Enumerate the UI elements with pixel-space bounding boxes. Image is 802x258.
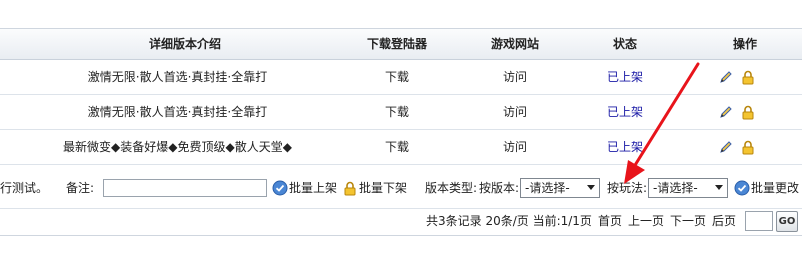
header-status: 状态 [612, 37, 637, 51]
download-link[interactable]: 下载 [360, 60, 434, 94]
row-actions [718, 139, 758, 155]
lock-icon [344, 181, 356, 196]
version-type-label: 版本类型: [425, 181, 478, 195]
pagination: 共3条记录 20条/页 当前:1/1页 首页 上一页 下一页 后页 GO [0, 208, 802, 236]
first-page-link[interactable]: 首页 [598, 208, 622, 235]
check-circle-icon [734, 180, 750, 196]
dropdown-arrow-icon [587, 185, 595, 190]
header-download: 下载登陆器 [366, 37, 427, 51]
dropdown-arrow-icon [715, 185, 723, 190]
visit-link[interactable]: 访问 [478, 95, 552, 129]
batch-off-button[interactable]: 批量下架 [359, 168, 407, 208]
lock-icon[interactable] [740, 139, 756, 155]
go-button[interactable]: GO [776, 211, 798, 232]
play-select[interactable]: -请选择- [648, 178, 728, 198]
download-link[interactable]: 下载 [360, 130, 434, 164]
edit-pencil-icon[interactable] [718, 139, 734, 155]
check-circle-icon [272, 180, 288, 196]
version-intro: 激情无限·散人首选·真封挂·全靠打 [87, 70, 268, 84]
by-play-label: 按玩法: [607, 181, 648, 195]
status-badge: 已上架 [606, 140, 643, 154]
table-row: 最新微变◆装备好爆◆免费顶级◆散人天堂◆ 下载 访问 已上架 [0, 130, 802, 165]
table-row: 激情无限·散人首选·真封挂·全靠打 下载 访问 已上架 [0, 95, 802, 130]
last-page-link[interactable]: 后页 [712, 208, 736, 235]
pager-summary: 共3条记录 20条/页 当前:1/1页 [426, 214, 592, 228]
edit-pencil-icon[interactable] [718, 104, 734, 120]
by-version-label: 按版本: [479, 181, 520, 195]
status-badge: 已上架 [606, 70, 643, 84]
remark-label: 备注: [66, 181, 95, 195]
version-intro: 激情无限·散人首选·真封挂·全靠打 [87, 105, 268, 119]
row-actions [718, 104, 758, 120]
version-select-value: -请选择- [525, 181, 570, 195]
status-badge: 已上架 [606, 105, 643, 119]
header-intro: 详细版本介绍 [148, 37, 221, 51]
row-actions [718, 69, 758, 85]
prev-page-link[interactable]: 上一页 [628, 208, 664, 235]
visit-link[interactable]: 访问 [478, 60, 552, 94]
lock-icon[interactable] [740, 69, 756, 85]
next-page-link[interactable]: 下一页 [670, 208, 706, 235]
batch-toolbar: 行测试。 备注: 批量上架 批量下架 版本类型: 按版本: -请选择- 按玩法:… [0, 168, 802, 209]
header-actions: 操作 [732, 37, 757, 51]
version-select[interactable]: -请选择- [520, 178, 600, 198]
edit-pencil-icon[interactable] [718, 69, 734, 85]
batch-on-button[interactable]: 批量上架 [289, 168, 337, 208]
download-link[interactable]: 下载 [360, 95, 434, 129]
batch-change-button[interactable]: 批量更改 [751, 168, 799, 208]
visit-link[interactable]: 访问 [478, 130, 552, 164]
remark-input[interactable] [103, 179, 267, 197]
table-row: 激情无限·散人首选·真封挂·全靠打 下载 访问 已上架 [0, 60, 802, 95]
header-website: 游戏网站 [490, 37, 539, 51]
page-number-input[interactable] [745, 211, 773, 231]
table-header: 详细版本介绍 下载登陆器 游戏网站 状态 操作 [0, 29, 802, 60]
play-select-value: -请选择- [653, 181, 698, 195]
version-intro: 最新微变◆装备好爆◆免费顶级◆散人天堂◆ [63, 140, 292, 154]
lock-icon[interactable] [740, 104, 756, 120]
truncated-text: 行测试。 [0, 181, 49, 195]
